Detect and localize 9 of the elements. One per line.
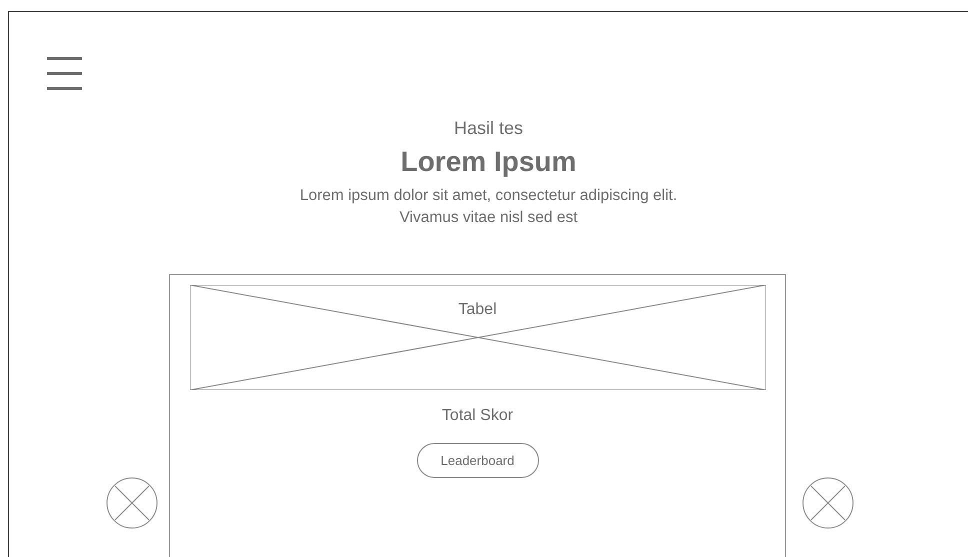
description: Lorem ipsum dolor sit amet, consectetur adipiscing elit. Vivamus vitae nisl sed est: [300, 186, 678, 228]
menu-icon[interactable]: [47, 57, 82, 90]
total-score-label: Total Skor: [442, 406, 514, 426]
subtitle: Hasil tes: [454, 117, 524, 139]
page-title: Lorem Ipsum: [400, 145, 576, 179]
crossed-circle-icon: [106, 477, 158, 529]
placeholder-label: Tabel: [458, 300, 497, 320]
crossed-circle-icon: [802, 477, 854, 529]
leaderboard-button[interactable]: Leaderboard: [416, 443, 538, 478]
